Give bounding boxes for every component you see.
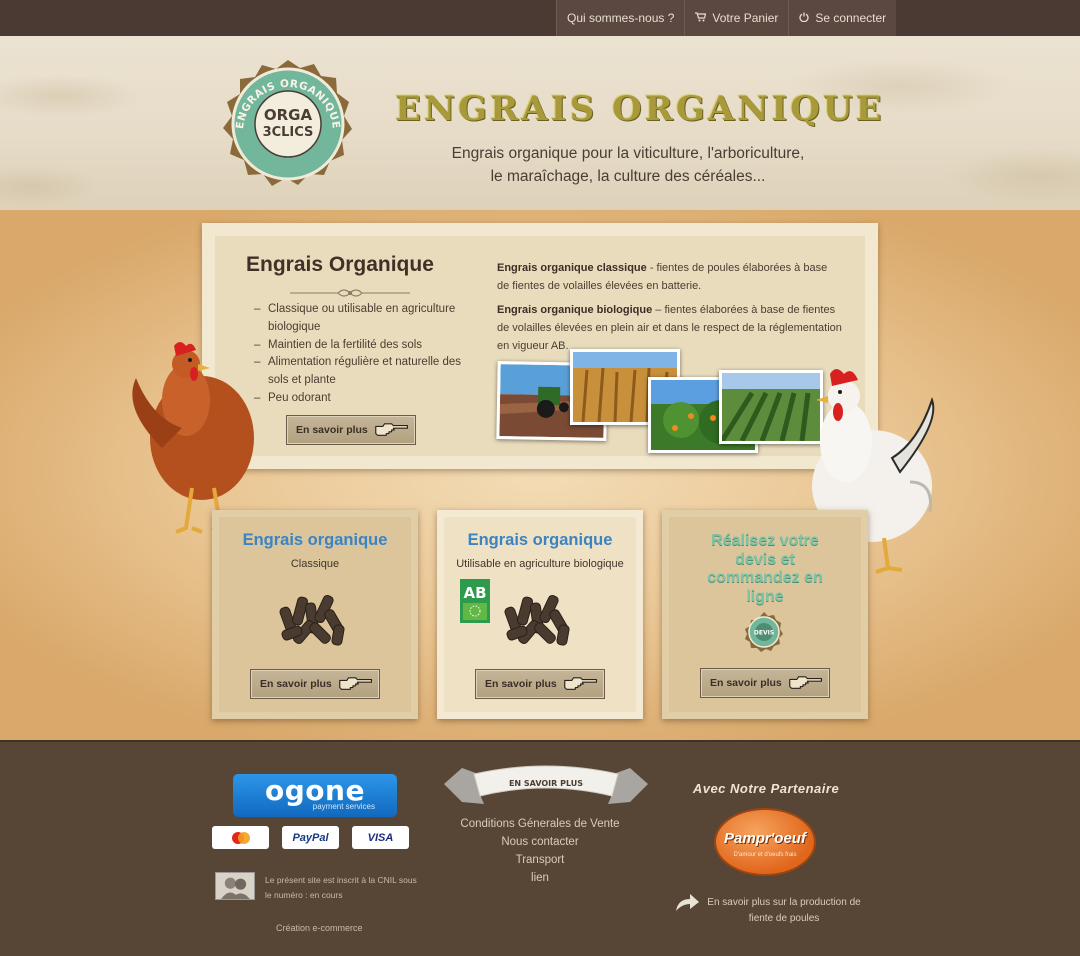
cart-icon bbox=[695, 11, 707, 25]
nav-about-link[interactable]: Qui sommes-nous ? bbox=[556, 0, 685, 36]
pamproeuf-partner-logo[interactable]: Pampr'oeuf D'amour et d'oeufs frais bbox=[714, 808, 816, 876]
card-bio-more-button[interactable]: En savoir plus bbox=[475, 669, 605, 699]
partner-info-link[interactable]: En savoir plus sur la production de fien… bbox=[706, 895, 862, 927]
pointing-hand-icon bbox=[788, 676, 822, 689]
feature-more-button[interactable]: En savoir plus bbox=[286, 415, 416, 445]
pointing-hand-icon bbox=[338, 677, 372, 690]
partner-logo-tagline: D'amour et d'oeufs frais bbox=[733, 852, 797, 858]
mastercard-badge bbox=[212, 826, 269, 849]
tagline-line1: Engrais organique pour la viticulture, l… bbox=[451, 145, 805, 162]
visa-badge: VISA bbox=[352, 826, 409, 849]
card-bio-subtitle: Utilisable en agriculture biologique bbox=[456, 558, 624, 570]
devis-badge-text: DEVIS bbox=[754, 630, 774, 637]
feature-bullet: Peu odorant bbox=[254, 390, 484, 408]
card-devis-more-button[interactable]: En savoir plus bbox=[700, 668, 830, 698]
button-label: En savoir plus bbox=[710, 677, 782, 689]
creation-ecommerce-link[interactable]: Création e-commerce bbox=[276, 923, 363, 933]
footer-link-transport[interactable]: Transport bbox=[440, 851, 640, 869]
pointing-hand-icon bbox=[563, 677, 597, 690]
card-devis-title: Réalisez votre devis et commandez en lig… bbox=[707, 532, 823, 605]
top-navigation: Qui sommes-nous ? Votre Panier Se connec… bbox=[0, 0, 1080, 36]
button-label: En savoir plus bbox=[485, 678, 557, 690]
nav-cart-label: Votre Panier bbox=[712, 11, 779, 25]
card-classic-more-button[interactable]: En savoir plus bbox=[250, 669, 380, 699]
feature-text-classic: Engrais organique classique - fientes de… bbox=[497, 259, 842, 295]
ogone-subtitle: payment services bbox=[312, 802, 375, 811]
pellets-image bbox=[504, 595, 570, 646]
feature-bullet-list: Classique ou utilisable en agriculture b… bbox=[254, 301, 484, 408]
top-menu: Qui sommes-nous ? Votre Panier Se connec… bbox=[556, 0, 897, 36]
button-label: En savoir plus bbox=[296, 424, 368, 436]
cnil-portrait-icon bbox=[215, 872, 255, 900]
tagline-line2: le maraîchage, la culture des céréales..… bbox=[490, 168, 766, 185]
nav-login-link[interactable]: Se connecter bbox=[788, 0, 897, 36]
feature-bullet: Maintien de la fertilité des sols bbox=[254, 337, 484, 355]
footer-link-lien[interactable]: lien bbox=[440, 869, 640, 887]
orga3clics-logo[interactable]: ENGRAIS ORGANIQUE ORGA 3CLICS bbox=[218, 58, 358, 192]
footer-link-cgv[interactable]: Conditions Génerales de Vente bbox=[440, 815, 640, 833]
cnil-notice: Le présent site est inscrit à la CNIL so… bbox=[265, 875, 417, 900]
feature-bullet: Classique ou utilisable en agriculture b… bbox=[254, 301, 484, 337]
feature-bullet: Alimentation régulière et naturelle des … bbox=[254, 354, 484, 390]
ogone-payment-logo[interactable]: ogone payment services bbox=[233, 774, 397, 817]
feature-title: Engrais Organique bbox=[246, 253, 434, 276]
button-label: En savoir plus bbox=[260, 678, 332, 690]
power-icon bbox=[799, 12, 810, 25]
pellets-image bbox=[279, 595, 345, 646]
brown-hen-illustration bbox=[132, 342, 254, 534]
ribbon-label: EN SAVOIR PLUS bbox=[509, 779, 583, 788]
nav-about-label: Qui sommes-nous ? bbox=[567, 11, 675, 25]
en-savoir-plus-ribbon: EN SAVOIR PLUS bbox=[444, 765, 648, 804]
ab-organic-label-icon: AB bbox=[460, 579, 490, 623]
ornament-divider-icon bbox=[290, 289, 410, 297]
card-bio-title: Engrais organique bbox=[467, 531, 613, 549]
card-classic-title: Engrais organique bbox=[242, 531, 388, 549]
mastercard-icon bbox=[231, 831, 250, 844]
site-title: ENGRAIS ORGANIQUE bbox=[395, 89, 885, 129]
pointing-hand-icon bbox=[374, 423, 408, 436]
payment-label: VISA bbox=[367, 831, 394, 844]
nav-login-label: Se connecter bbox=[815, 11, 887, 25]
payment-label: PayPal bbox=[292, 831, 329, 844]
logo-name-line2: 3CLICS bbox=[263, 125, 314, 140]
curved-arrow-icon bbox=[676, 894, 699, 911]
partner-logo-name: Pampr'oeuf bbox=[724, 830, 806, 847]
logo-name-line1: ORGA bbox=[264, 106, 313, 124]
footer-links: Conditions Génerales de Vente Nous conta… bbox=[440, 815, 640, 887]
bio-bold: Engrais organique biologique bbox=[497, 304, 653, 316]
partner-title: Avec Notre Partenaire bbox=[692, 781, 840, 796]
site-tagline: Engrais organique pour la viticulture, l… bbox=[440, 142, 816, 188]
classic-bold: Engrais organique classique bbox=[497, 262, 647, 274]
footer-link-contact[interactable]: Nous contacter bbox=[440, 833, 640, 851]
card-classic-subtitle: Classique bbox=[290, 558, 340, 570]
devis-badge-icon[interactable]: DEVIS bbox=[743, 611, 785, 653]
paypal-badge: PayPal bbox=[282, 826, 339, 849]
nav-cart-link[interactable]: Votre Panier bbox=[684, 0, 789, 36]
feature-text-bio: Engrais organique biologique – fientes é… bbox=[497, 301, 842, 355]
ab-logo-text: AB bbox=[463, 584, 486, 602]
